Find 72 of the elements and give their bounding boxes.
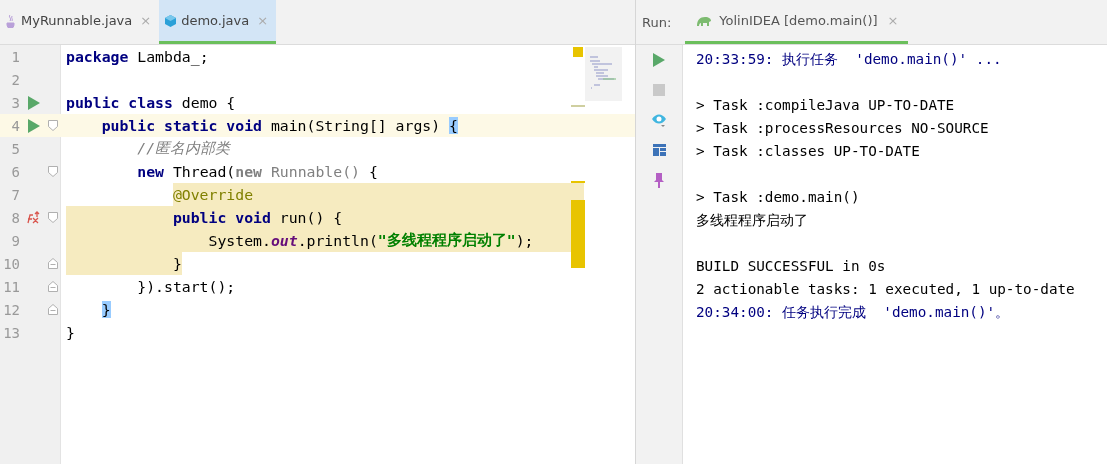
line-number: 9 — [10, 232, 20, 249]
console-line: 2 actionable tasks: 1 executed, 1 up-to-date — [696, 280, 1075, 299]
override-icon[interactable] — [27, 211, 41, 224]
run-icon[interactable] — [28, 118, 40, 133]
fold-marker-icon[interactable] — [48, 212, 58, 223]
eye-icon[interactable] — [651, 113, 667, 127]
code-token: System. — [208, 232, 271, 249]
line-number: 11 — [2, 278, 20, 295]
line-number: 13 — [2, 324, 20, 341]
line-number: 5 — [10, 140, 20, 157]
code-comment: //匿名内部类 — [137, 139, 231, 158]
run-label: Run: — [641, 13, 673, 32]
java-cup-icon — [5, 13, 17, 28]
code-token: main(String[] args) — [269, 117, 442, 134]
line-number: 2 — [10, 71, 20, 88]
code-token: new — [235, 163, 262, 180]
inspection-marker[interactable] — [573, 47, 583, 57]
code-token: Runnable() — [269, 163, 360, 180]
code-token: new — [137, 163, 164, 180]
console-line: BUILD SUCCESSFUL in 0s — [696, 257, 887, 276]
run-icon[interactable] — [28, 95, 40, 110]
code-token: }).start(); — [137, 278, 236, 295]
stripe-marker[interactable] — [571, 200, 585, 268]
code-token: out — [270, 232, 298, 249]
editor-tab[interactable]: demo.java × — [159, 0, 277, 44]
console-line: > Task :demo.main() — [696, 188, 861, 207]
layout-icon[interactable] — [652, 144, 666, 156]
code-token: Thread( — [171, 163, 236, 180]
console-line: > Task :compileJava UP-TO-DATE — [696, 96, 956, 115]
line-number: 10 — [2, 255, 20, 272]
line-number: 3 — [10, 94, 20, 111]
minimap[interactable] — [585, 47, 622, 101]
fold-marker-icon[interactable] — [48, 258, 58, 269]
code-token: public static void — [101, 117, 262, 134]
code-token: package — [66, 48, 129, 65]
code-token: run() { — [278, 209, 343, 226]
code-token: { — [367, 163, 378, 180]
console-line: > Task :processResources NO-SOURCE — [696, 119, 990, 138]
code-token: } — [172, 255, 182, 272]
elephant-icon — [695, 14, 714, 27]
code-token: } — [66, 324, 75, 341]
line-number: 7 — [10, 186, 20, 203]
run-tab[interactable]: YolinIDEA [demo.main()] × — [685, 0, 909, 44]
line-number: 12 — [2, 301, 20, 318]
string-literal: "多线程程序启动了" — [377, 231, 516, 250]
stripe-marker[interactable] — [571, 181, 585, 183]
line-number: 4 — [10, 117, 20, 134]
fold-marker-icon[interactable] — [48, 281, 58, 292]
console-line: 20:33:59: 执行任务 'demo.main()' ... — [696, 50, 1003, 69]
line-number: 1 — [10, 48, 20, 65]
pin-icon[interactable] — [654, 173, 664, 188]
console-line: 20:34:00: 任务执行完成 'demo.main()'。 — [696, 303, 1011, 322]
code-token: demo { — [180, 94, 236, 111]
code-token: ); — [515, 232, 534, 249]
editor-tab[interactable]: MyRunnable.java × — [0, 0, 160, 44]
cube-icon — [164, 13, 178, 28]
code-token: .println( — [297, 232, 378, 249]
stripe-marker[interactable] — [571, 105, 585, 107]
fold-marker-icon[interactable] — [48, 166, 58, 177]
line-number: 8 — [10, 209, 20, 226]
matched-brace: } — [101, 301, 111, 318]
code-token: public void — [172, 209, 271, 226]
line-number: 6 — [10, 163, 20, 180]
matched-brace: { — [449, 117, 458, 134]
run-icon[interactable] — [653, 53, 665, 67]
code-token: public class — [66, 94, 173, 111]
code-token: @Override — [172, 186, 254, 203]
console-line: > Task :classes UP-TO-DATE — [696, 142, 921, 161]
console-line: 多线程程序启动了 — [696, 211, 809, 230]
code-token: Lambda_; — [136, 48, 209, 65]
fold-marker-icon[interactable] — [48, 120, 58, 131]
fold-marker-icon[interactable] — [48, 304, 58, 315]
